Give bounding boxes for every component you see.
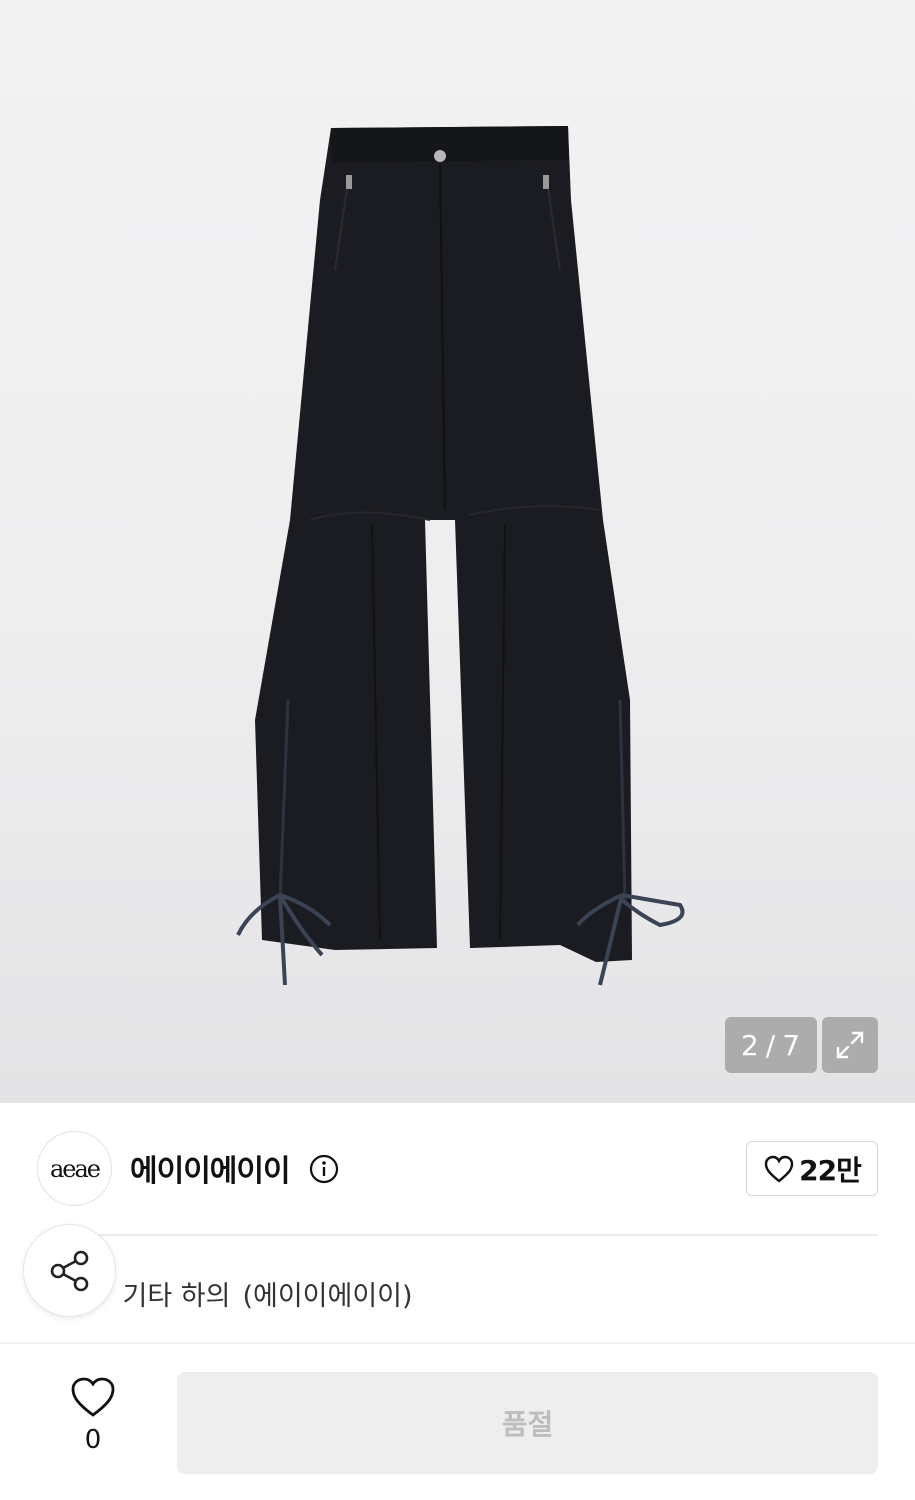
heart-icon	[71, 1377, 115, 1417]
breadcrumb-brand[interactable]: (에이이에이이)	[242, 1274, 412, 1313]
image-counter-separator: /	[765, 1028, 777, 1062]
expand-icon	[836, 1031, 864, 1059]
share-icon	[50, 1250, 88, 1291]
wish-button[interactable]: 0	[50, 1375, 136, 1475]
divider	[0, 1342, 915, 1344]
image-counter-total: 7	[782, 1028, 802, 1062]
product-image-pants[interactable]	[0, 0, 915, 1103]
share-button[interactable]	[23, 1224, 116, 1317]
info-icon[interactable]	[308, 1153, 340, 1185]
breadcrumb-subcategory[interactable]: 기타 하의	[123, 1274, 231, 1313]
image-counter: 2 / 7	[725, 1017, 817, 1073]
brand-like-button[interactable]: 22만	[746, 1141, 878, 1196]
brand-logo-text: aeae	[49, 1154, 101, 1183]
heart-icon	[764, 1155, 794, 1183]
wish-count: 0	[84, 1425, 102, 1455]
brand-logo[interactable]: aeae	[37, 1131, 112, 1206]
soldout-button[interactable]: 품절	[177, 1372, 878, 1474]
brand-name[interactable]: 에이이에이이	[130, 1146, 291, 1190]
brand-like-count: 22만	[799, 1153, 862, 1187]
image-counter-current: 2	[740, 1028, 760, 1062]
divider	[98, 1234, 878, 1236]
product-image-gallery[interactable]: 2 / 7	[0, 0, 915, 1103]
expand-button[interactable]	[822, 1017, 878, 1073]
